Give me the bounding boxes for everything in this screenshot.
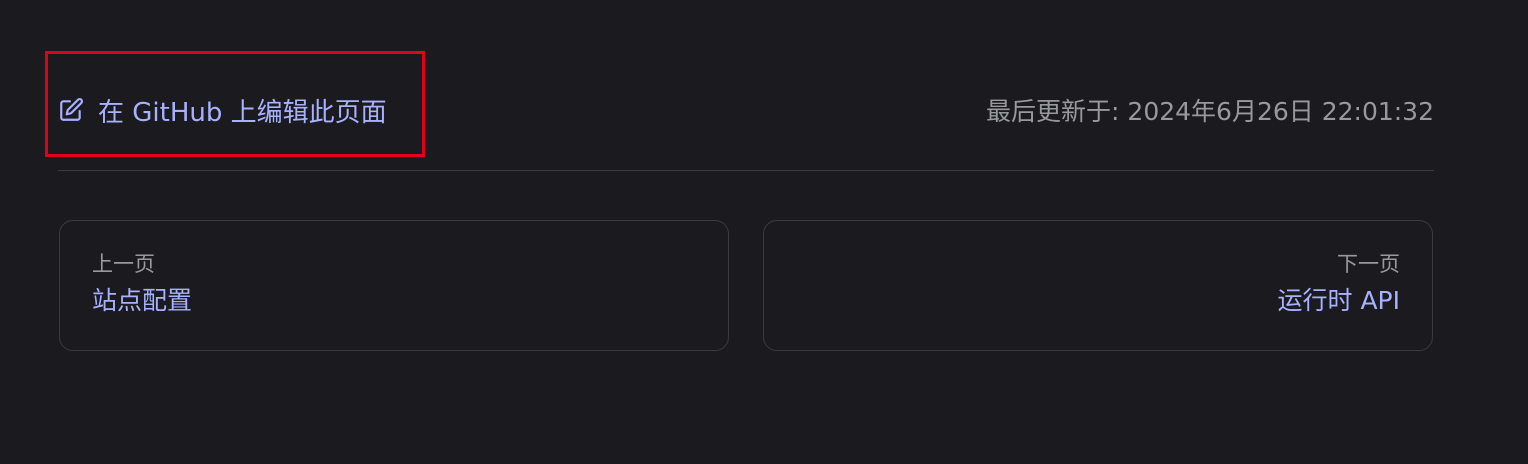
pager-next-link[interactable]: 下一页 运行时 API <box>763 220 1433 351</box>
pager-prev-title: 站点配置 <box>92 286 193 315</box>
last-updated-label: 最后更新于 <box>986 97 1112 126</box>
edit-info-bar: 在 GitHub 上编辑此页面 最后更新于: 2024年6月26日 22:01:… <box>58 82 1434 138</box>
edit-link-label: 在 GitHub 上编辑此页面 <box>98 97 387 128</box>
pager-next-desc: 下一页 <box>1337 252 1400 276</box>
pager-prev-desc: 上一页 <box>92 252 155 276</box>
last-updated: 最后更新于: 2024年6月26日 22:01:32 <box>986 92 1434 128</box>
last-updated-value: 2024年6月26日 22:01:32 <box>1127 97 1434 126</box>
edit-on-github-link[interactable]: 在 GitHub 上编辑此页面 <box>58 92 387 129</box>
edit-icon <box>58 97 84 123</box>
divider <box>58 170 1434 171</box>
pager-next-title: 运行时 API <box>1277 286 1401 315</box>
last-updated-separator: : <box>1111 97 1128 126</box>
pager-prev-link[interactable]: 上一页 站点配置 <box>59 220 729 351</box>
